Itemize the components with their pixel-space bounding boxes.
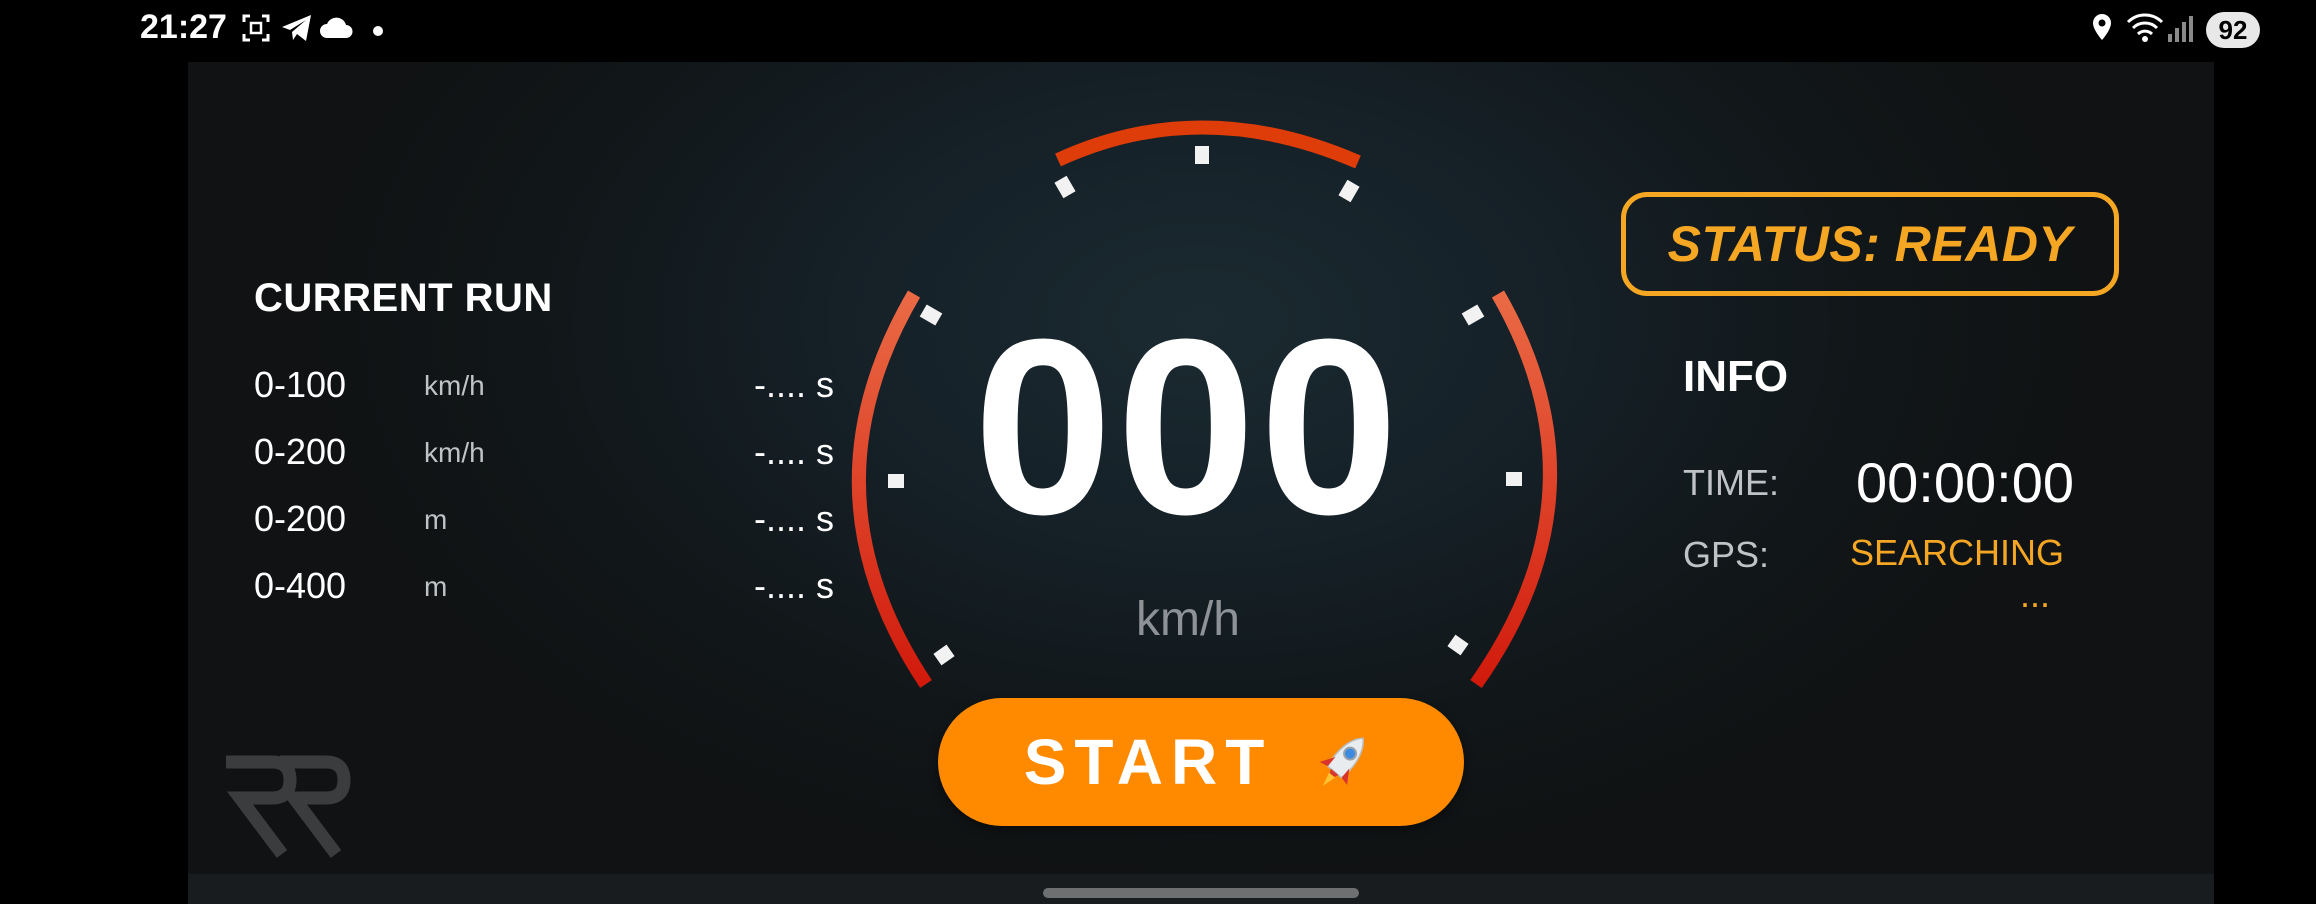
home-gesture-handle[interactable] (1043, 888, 1359, 898)
gauge-tick (1195, 146, 1209, 164)
speed-unit: km/h (1135, 593, 1240, 646)
rocket-icon (1319, 737, 1365, 786)
system-status-bar: 21:27 92 (0, 0, 2316, 60)
gauge-tick (1054, 175, 1076, 199)
start-button[interactable]: START (938, 698, 1464, 826)
gps-value: SEARCHING (1850, 532, 2065, 573)
gps-dots: ... (2020, 574, 2051, 615)
time-value: 00:00:00 (1856, 451, 2074, 514)
app-logo (226, 755, 351, 858)
screenshot-icon (240, 12, 272, 49)
gauge-tick (1506, 472, 1522, 486)
app-screen: CURRENT RUN 0-100 km/h -.... s 0-200 km/… (188, 62, 2214, 874)
wifi-icon (2126, 12, 2164, 49)
gps-label: GPS: (1683, 534, 1770, 575)
dot-icon (372, 24, 384, 42)
time-label: TIME: (1683, 462, 1779, 503)
telegram-icon (280, 12, 314, 49)
battery-indicator: 92 (2206, 12, 2260, 48)
start-button-label: START (1023, 726, 1273, 798)
clock: 21:27 (140, 8, 227, 46)
gauge-tick (1447, 634, 1469, 656)
cloud-icon (318, 12, 354, 49)
status-badge: STATUS: READY (1621, 192, 2119, 296)
signal-icon (2166, 12, 2196, 49)
gauge-tick (1338, 179, 1360, 203)
location-icon (2090, 12, 2114, 49)
speed-readout: 000 (973, 287, 1403, 566)
gauge-tick (933, 644, 955, 666)
status-text: STATUS: READY (1667, 216, 2073, 272)
info-title: INFO (1683, 352, 1789, 401)
